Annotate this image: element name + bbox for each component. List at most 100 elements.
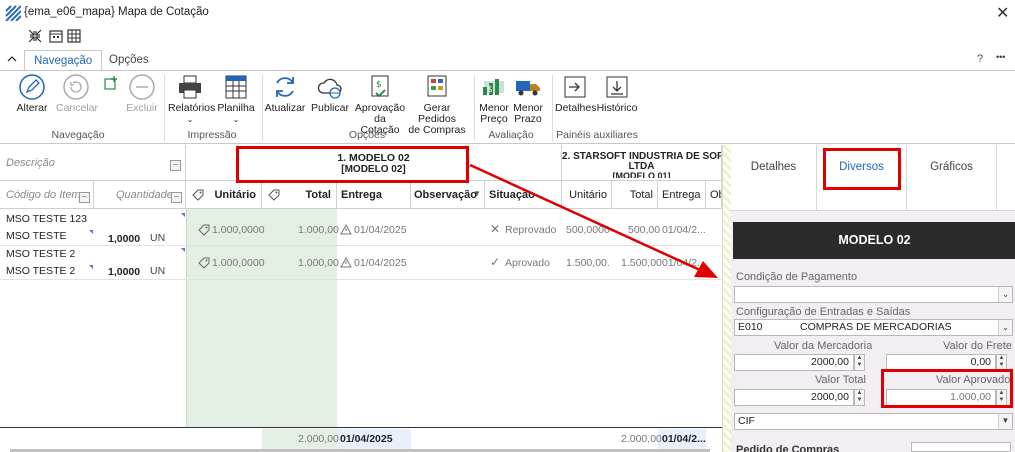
- planilha-label: Planilha: [217, 102, 255, 114]
- atualizar-label: Atualizar: [264, 102, 306, 114]
- pencil-circle-icon: [19, 74, 45, 100]
- panel-tab-graficos[interactable]: Gráficos: [907, 145, 997, 211]
- quantidade-header[interactable]: Quantidade –: [94, 181, 186, 209]
- more-icon[interactable]: •••: [996, 52, 1005, 62]
- help-icon[interactable]: ?: [977, 53, 983, 65]
- row1-s2-total[interactable]: 500,00: [628, 224, 660, 236]
- row2-quantidade[interactable]: 1,0000: [108, 266, 140, 278]
- valor-total-input[interactable]: 2000,00: [734, 389, 854, 406]
- s2-entrega-header[interactable]: Entrega: [658, 181, 706, 209]
- price-tag-icon: [198, 224, 210, 236]
- filter-icon[interactable]: –: [170, 160, 181, 171]
- group-opcoes-label: Opções: [348, 129, 386, 141]
- cancelar-button[interactable]: Cancelar: [56, 73, 99, 114]
- excluir-button[interactable]: Excluir: [124, 73, 160, 114]
- dropdown-arrow-icon[interactable]: ▼: [998, 414, 1012, 429]
- window-title: {ema_e06_mapa} Mapa de Cotação: [24, 6, 209, 18]
- chevron-down-icon[interactable]: ⌄: [998, 320, 1012, 335]
- historico-label: Histórico: [596, 102, 638, 114]
- codigo-header[interactable]: Código do Item –: [0, 181, 94, 209]
- alterar-button[interactable]: Alterar: [14, 73, 50, 114]
- row2-s2-total[interactable]: 1.500,00: [621, 257, 662, 269]
- menor-prazo-button[interactable]: Menor Prazo: [512, 73, 544, 125]
- row2-s2-unitario[interactable]: 1.500,00...: [566, 257, 610, 269]
- s1-unitario-header[interactable]: Unitário: [186, 181, 262, 209]
- row2-s1-situacao[interactable]: Aprovado: [505, 257, 550, 269]
- atualizar-button[interactable]: Atualizar: [264, 73, 306, 114]
- filter-icon[interactable]: –: [79, 192, 90, 203]
- descricao-header: Descrição –: [0, 145, 186, 181]
- row1-descricao[interactable]: MSO TESTE: [6, 230, 66, 242]
- row1-s1-situacao[interactable]: Reprovado: [505, 224, 556, 236]
- relatorios-label: Relatórios: [168, 102, 216, 114]
- condicao-select[interactable]: [734, 286, 1013, 303]
- row2-descricao[interactable]: MSO TESTE 2: [6, 265, 75, 277]
- price-tag-icon: [198, 257, 210, 269]
- supplier-2-header[interactable]: 2. STARSOFT INDUSTRIA DE SOFTWA LTDA [MO…: [562, 145, 722, 181]
- row2-s1-total[interactable]: 1.000,00: [298, 257, 339, 269]
- collapse-ribbon-icon[interactable]: [7, 54, 17, 64]
- menor-preco-button[interactable]: $ Menor Preço: [477, 73, 511, 125]
- row1-s1-total[interactable]: 1.000,00: [298, 224, 339, 236]
- valor-total-stepper[interactable]: ▲ ▼: [854, 389, 865, 406]
- s1-situacao-label: Situação: [489, 189, 535, 201]
- tab-navegacao[interactable]: Navegação: [24, 50, 103, 70]
- row1-s2-unitario[interactable]: 500,0000: [566, 224, 610, 236]
- publicar-button[interactable]: Publicar: [310, 73, 350, 114]
- detalhes-button[interactable]: Detalhes: [555, 73, 596, 114]
- gerar-pedidos-button[interactable]: Gerar Pedidos de Compras: [408, 73, 466, 136]
- descricao-header-label: Descrição: [6, 157, 55, 169]
- row2-s1-unitario[interactable]: 1.000,0000: [212, 257, 265, 269]
- filter-icon[interactable]: –: [171, 192, 182, 203]
- pedido-field[interactable]: [911, 442, 1011, 452]
- collapse-icon[interactable]: [27, 28, 43, 44]
- valor-mercadoria-stepper[interactable]: ▲ ▼: [854, 354, 865, 371]
- s1-entrega-label: Entrega: [341, 189, 382, 201]
- quotation-grid: Descrição – Código do Item – Quantidade …: [0, 145, 722, 452]
- cancelar-label: Cancelar: [56, 102, 99, 114]
- footer-s2-total: 2.000,00: [621, 433, 662, 445]
- s2-ob-header[interactable]: Ob: [706, 181, 722, 209]
- tab-opcoes[interactable]: Opções: [100, 50, 158, 70]
- s2-total-header[interactable]: Total: [612, 181, 658, 209]
- calendar-icon[interactable]: [48, 28, 64, 44]
- row1-s2-entrega[interactable]: 01/04/2...: [662, 224, 706, 236]
- relatorios-button[interactable]: Relatórios ⌄: [168, 73, 216, 125]
- s1-total-header[interactable]: Total: [262, 181, 337, 209]
- row1-codigo[interactable]: MSO TESTE 123: [6, 213, 87, 225]
- config-select[interactable]: E010 COMPRAS DE MERCADORIAS: [734, 319, 1013, 336]
- s1-situacao-header[interactable]: Situação: [485, 181, 562, 209]
- panel-tab-detalhes[interactable]: Detalhes: [731, 145, 817, 211]
- add-grid-icon[interactable]: [104, 76, 118, 90]
- group-avaliacao-label: Avaliação: [488, 129, 534, 141]
- sort-down-icon[interactable]: ▼: [473, 189, 481, 198]
- frete-tipo-select[interactable]: CIF: [734, 413, 1013, 430]
- group-paineis-label: Painéis auxiliares: [556, 129, 638, 141]
- row1-s1-entrega[interactable]: 01/04/2025: [354, 224, 407, 236]
- grid-layout-icon[interactable]: [66, 28, 82, 44]
- alterar-label: Alterar: [16, 102, 48, 114]
- planilha-button[interactable]: Planilha ⌄: [216, 73, 256, 125]
- row1-quantidade[interactable]: 1,0000: [108, 233, 140, 245]
- chevron-down-icon[interactable]: ⌄: [998, 287, 1012, 302]
- s1-entrega-header[interactable]: Entrega: [337, 181, 411, 209]
- row1-s1-unitario[interactable]: 1.000,0000: [212, 224, 265, 236]
- cloud-globe-icon: [317, 78, 342, 99]
- s2-unitario-header[interactable]: Unitário: [562, 181, 612, 209]
- s1-total-label: Total: [305, 189, 331, 201]
- supplier-1-highlight: [236, 146, 469, 183]
- valor-mercadoria-input[interactable]: 2000,00: [734, 354, 854, 371]
- ribbon: Alterar Cancelar Navegação Excluir Relat…: [0, 70, 1015, 144]
- row2-codigo[interactable]: MSO TESTE 2: [6, 248, 75, 260]
- row2-un[interactable]: UN: [150, 265, 165, 277]
- pedido-label: Pedido de Compras: [736, 444, 840, 452]
- row2-s2-entrega[interactable]: 01/04/2...: [662, 257, 702, 269]
- svg-text:$: $: [376, 80, 382, 90]
- row2-s1-entrega[interactable]: 01/04/2025: [354, 257, 407, 269]
- undo-circle-icon: [63, 74, 89, 100]
- close-icon[interactable]: ✕: [996, 3, 1009, 23]
- historico-button[interactable]: Histórico: [596, 73, 638, 114]
- s1-observacao-header[interactable]: Observação ▼: [411, 181, 485, 209]
- row1-un[interactable]: UN: [150, 232, 165, 244]
- aprovacao-cotacao-button[interactable]: $ Aprovação da Cotação: [354, 73, 406, 136]
